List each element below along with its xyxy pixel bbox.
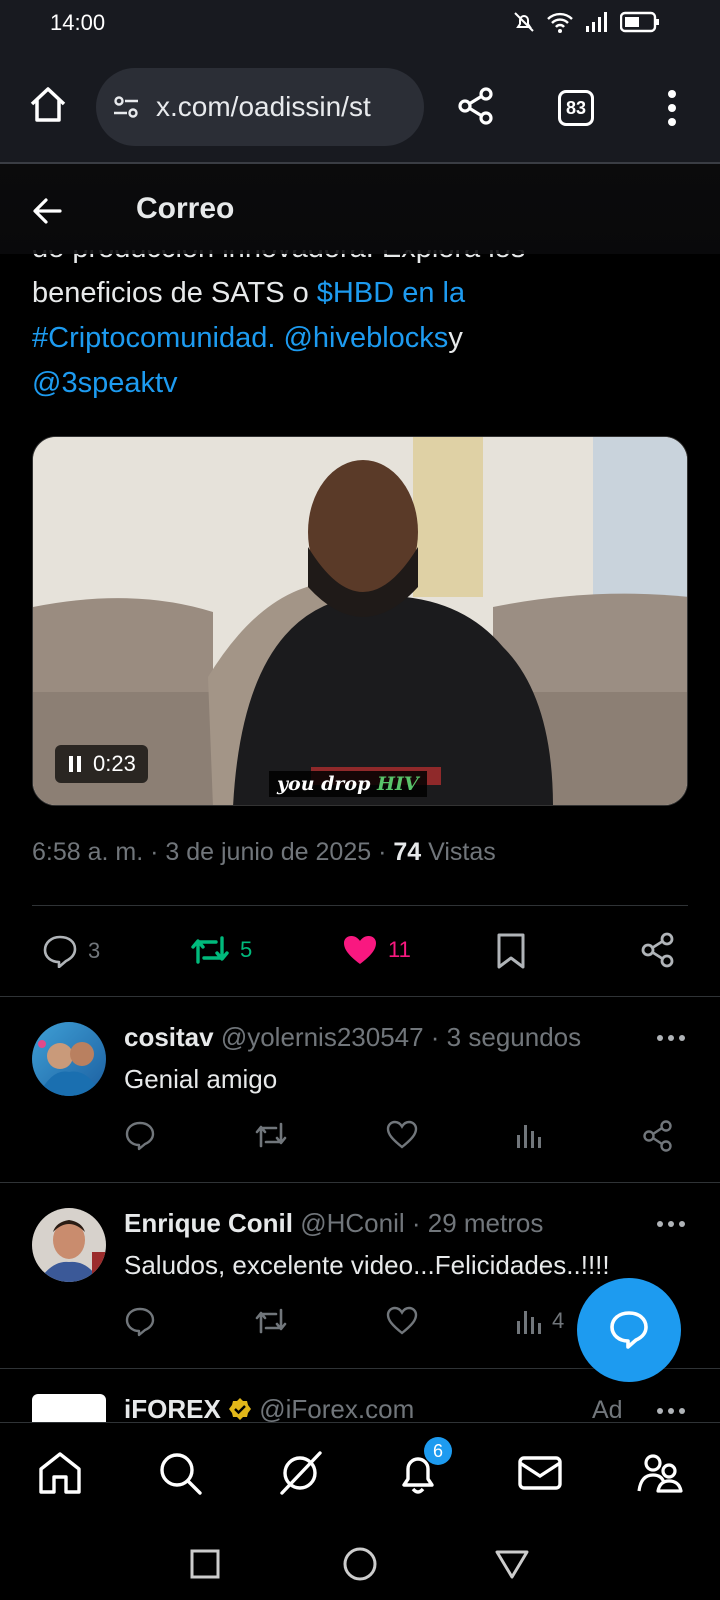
bookmark-icon[interactable] [496,932,526,970]
avatar[interactable] [32,1022,106,1096]
address-bar[interactable]: x.com/oadissin/st [96,68,424,146]
compose-reply-button[interactable] [577,1278,681,1382]
browser-toolbar: x.com/oadissin/st 83 [0,44,720,164]
video-time: 0:23 [93,751,136,776]
heart-icon[interactable] [386,1120,418,1150]
repost-icon[interactable] [254,1306,288,1336]
tweet-text-segment: y [448,322,463,354]
views-icon[interactable] [514,1120,544,1150]
repost-icon [191,936,229,964]
url-text[interactable]: x.com/oadissin/st [156,91,371,123]
grok-icon[interactable] [276,1449,324,1497]
verified-badge-icon [229,1398,252,1420]
share-icon[interactable] [456,86,496,126]
reply-author[interactable]: Enrique Conil @HConil · 29 metros [124,1208,543,1239]
divider [32,905,688,906]
ad-avatar[interactable] [32,1394,106,1422]
battery-icon [620,11,659,33]
repost-icon[interactable] [254,1120,288,1150]
communities-icon[interactable] [636,1449,684,1497]
home-icon[interactable] [27,84,69,126]
views-icon[interactable] [514,1306,544,1336]
recents-icon[interactable] [189,1548,221,1580]
tab-switcher-button[interactable]: 83 [558,90,594,126]
more-horiz-icon[interactable] [656,1406,686,1416]
more-vert-icon[interactable] [664,88,680,128]
tweet-video[interactable]: 0:23 you drop HIV [32,436,688,806]
views-label: Vistas [421,838,496,866]
status-bar: 14:00 [0,0,720,44]
pause-icon[interactable] [67,755,83,773]
more-horiz-icon[interactable] [656,1033,686,1043]
reply-bubble-icon [610,1311,648,1349]
reply-item[interactable]: cositav @yolernis230547 · 3 segundos Gen… [0,996,720,1182]
ad-label: Ad [592,1396,623,1422]
like-count: 11 [388,937,411,962]
reply-actions [124,1120,694,1156]
ad-author[interactable]: iFOREX @iForex.com [124,1394,414,1422]
reply-count: 3 [88,938,101,963]
site-settings-icon[interactable] [110,91,142,123]
avatar-image [38,1220,106,1282]
tweet-timestamp: 6:58 a. m. · 3 de junio de 2025 · [32,838,394,866]
tweet-hashtag-mention[interactable]: #Criptocomunidad. @hiveblocks [32,322,448,354]
reply-icon [43,935,77,968]
bottom-nav: 6 [0,1422,720,1532]
avatar[interactable] [32,1208,106,1282]
reply-button[interactable]: 3 [42,934,100,968]
views-count: 74 [393,838,422,866]
page-title: Correo [136,192,235,225]
avatar-image [38,1040,102,1096]
messages-icon[interactable] [516,1449,564,1497]
like-button[interactable]: 11 [342,934,411,966]
tweet-mention[interactable]: @3speaktv [32,367,178,399]
home-circle-icon[interactable] [342,1546,378,1582]
signal-icon [586,12,607,32]
repost-button[interactable]: 5 [190,934,252,966]
tweet-link[interactable]: $HBD en la [317,277,465,309]
reply-text: Saludos, excelente video...Felicidades..… [124,1250,610,1280]
reply-author[interactable]: cositav @yolernis230547 · 3 segundos [124,1022,581,1053]
mute-icon [514,12,534,32]
tweet-text-segment: beneficios de SATS o [32,277,317,309]
search-icon[interactable] [156,1449,204,1497]
reply-text: Genial amigo [124,1064,278,1094]
back-arrow-icon[interactable] [30,194,64,228]
system-navigation [0,1532,720,1600]
notifications-badge: 6 [424,1437,452,1465]
share-icon[interactable] [642,1120,674,1152]
video-time-badge[interactable]: 0:23 [55,745,148,783]
tweet-actions: 3 5 11 [0,930,720,980]
share-icon[interactable] [640,932,676,968]
views-count: 4 [552,1308,565,1333]
reply-icon[interactable] [124,1120,156,1152]
status-time: 14:00 [50,10,106,35]
more-horiz-icon[interactable] [656,1219,686,1229]
back-triangle-icon[interactable] [494,1548,530,1580]
repost-count: 5 [240,937,253,962]
tweet-meta: 6:58 a. m. · 3 de junio de 2025 · 74 Vis… [32,838,496,867]
reply-icon[interactable] [124,1306,156,1338]
video-caption: you drop HIV [269,771,427,797]
heart-filled-icon [344,936,376,964]
home-icon[interactable] [36,1449,84,1497]
wifi-icon [547,12,573,33]
page-header: Correo [0,164,720,254]
heart-icon[interactable] [386,1306,418,1336]
